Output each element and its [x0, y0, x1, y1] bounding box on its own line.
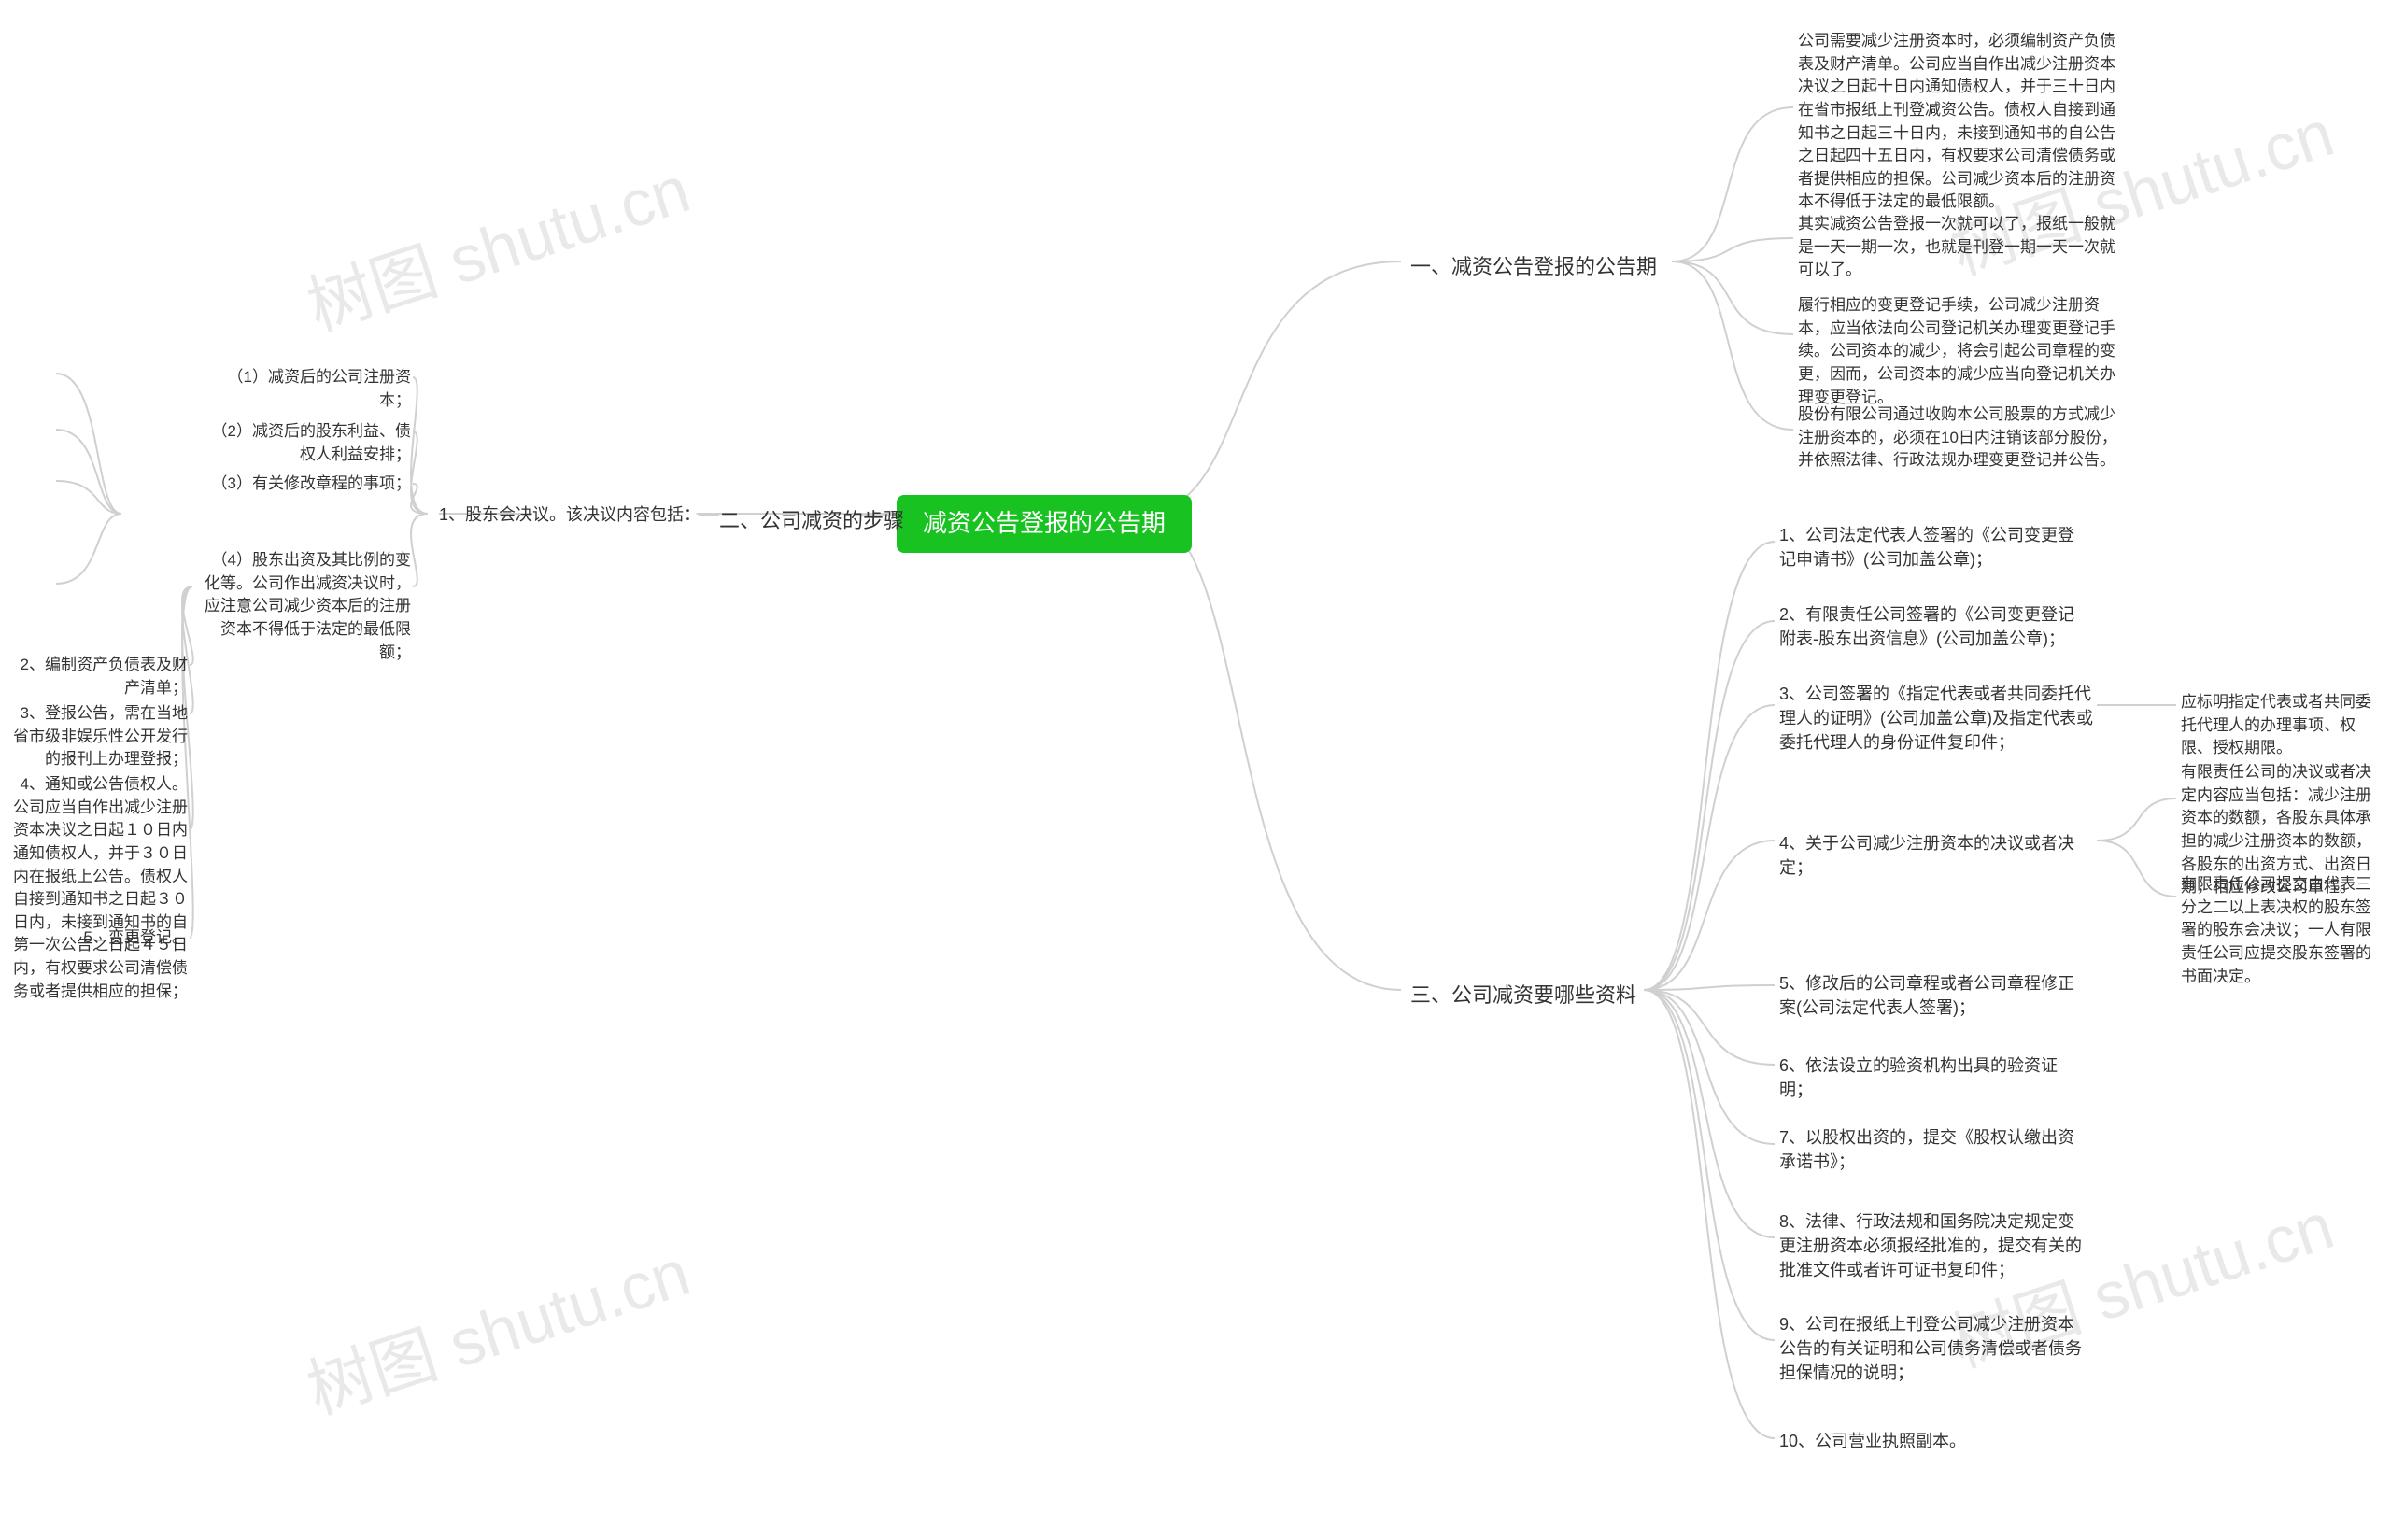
b2-l1-item-1: （2）减资后的股东利益、债权人利益安排；: [196, 420, 411, 466]
watermark: 树图 shutu.cn: [294, 1221, 700, 1433]
b2-l1-item-2: （3）有关修改章程的事项；: [196, 473, 411, 496]
b2-other-1: 3、登报公告，需在当地省市级非娱乐性公开发行的报刊上办理登报；: [6, 702, 188, 771]
b3-leaf-9: 10、公司营业执照副本。: [1779, 1429, 1966, 1453]
b3-leaf-5: 6、依法设立的验资机构出具的验资证明；: [1779, 1053, 2087, 1102]
b2-l1-item-3: （4）股东出资及其比例的变化等。公司作出减资决议时，应注意公司减少资本后的注册资…: [196, 549, 411, 664]
b3-leaf-2-note: 应标明指定代表或者共同委托代理人的办理事项、权限、授权期限。: [2181, 691, 2382, 760]
b2-other-3: 5、变更登记。: [6, 926, 188, 950]
b3-leaf-3: 4、关于公司减少注册资本的决议或者决定；: [1779, 831, 2097, 880]
b1-leaf-1: 其实减资公告登报一次就可以了，报纸一般就是一天一期一次，也就是刊登一期一天一次就…: [1798, 213, 2125, 282]
b3-leaf-8: 9、公司在报纸上刊登公司减少注册资本公告的有关证明和公司债务清偿或者债务担保情况…: [1779, 1312, 2087, 1385]
b1-leaf-3: 股份有限公司通过收购本公司股票的方式减少注册资本的，必须在10日内注销该部分股份…: [1798, 403, 2125, 473]
branch-3[interactable]: 三、公司减资要哪些资料: [1410, 977, 1636, 1014]
b1-leaf-2: 履行相应的变更登记手续，公司减少注册资本，应当依法向公司登记机关办理变更登记手续…: [1798, 294, 2125, 409]
b3-leaf-6: 7、以股权出资的，提交《股权认缴出资承诺书》；: [1779, 1125, 2087, 1174]
b3-leaf-4: 5、修改后的公司章程或者公司章程修正案(公司法定代表人签署)；: [1779, 971, 2087, 1020]
b3-leaf-0: 1、公司法定代表人签署的《公司变更登记申请书》(公司加盖公章)；: [1779, 523, 2087, 572]
branch-2[interactable]: 二、公司减资的步骤: [719, 502, 904, 540]
b2-l1-item-0: （1）减资后的公司注册资本；: [196, 366, 411, 412]
center-node[interactable]: 减资公告登报的公告期: [897, 495, 1192, 553]
b2-l1: 1、股东会决议。该决议内容包括：: [430, 502, 700, 527]
b2-other-2: 4、通知或公告债权人。公司应当自作出减少注册资本决议之日起１０日内通知债权人，并…: [6, 773, 188, 1003]
b3-leaf-7: 8、法律、行政法规和国务院决定规定变更注册资本必须报经批准的，提交有关的批准文件…: [1779, 1209, 2087, 1282]
b3-leaf-3-sub1: 有限责任公司提交由代表三分之二以上表决权的股东签署的股东会决议；一人有限责任公司…: [2181, 873, 2382, 988]
mindmap-canvas: 树图 shutu.cn 树图 shutu.cn 树图 shutu.cn 树图 s…: [0, 0, 2391, 1540]
b2-other-0: 2、编制资产负债表及财产清单；: [6, 654, 188, 699]
b3-leaf-1: 2、有限责任公司签署的《公司变更登记附表-股东出资信息》(公司加盖公章)；: [1779, 602, 2087, 651]
b1-leaf-0: 公司需要减少注册资本时，必须编制资产负债表及财产清单。公司应当自作出减少注册资本…: [1798, 30, 2125, 214]
branch-1[interactable]: 一、减资公告登报的公告期: [1410, 248, 1657, 286]
b3-leaf-2: 3、公司签署的《指定代表或者共同委托代理人的证明》(公司加盖公章)及指定代表或委…: [1779, 682, 2097, 755]
watermark: 树图 shutu.cn: [294, 137, 700, 349]
